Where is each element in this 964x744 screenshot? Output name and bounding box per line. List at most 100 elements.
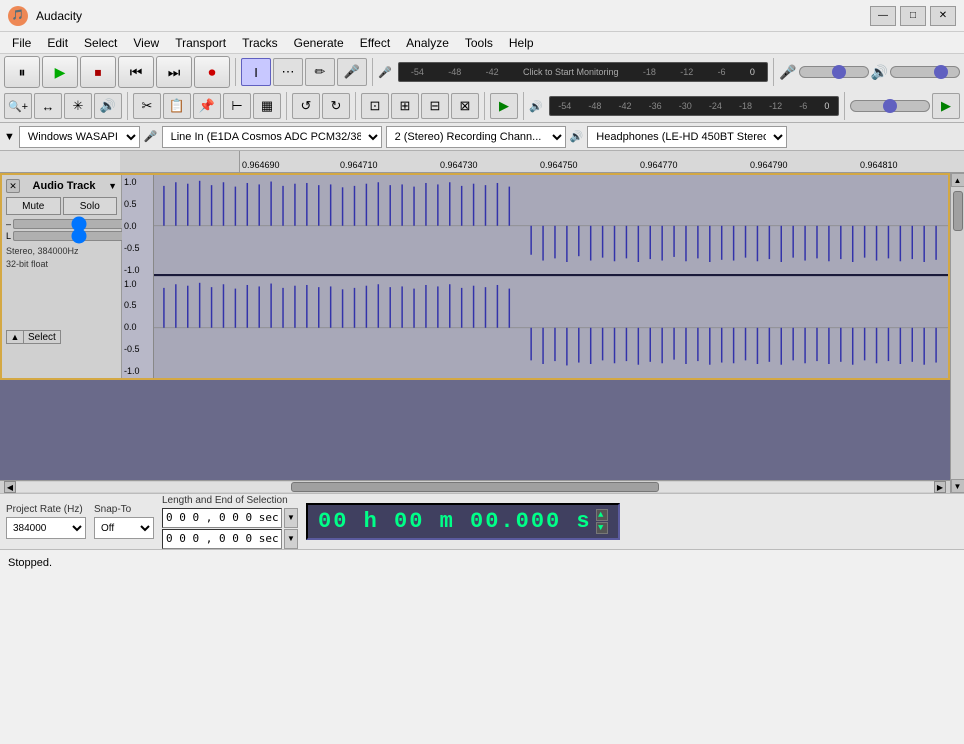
output-volume-slider[interactable] [890, 66, 960, 78]
snap-to-select[interactable]: Off [94, 517, 154, 539]
input-vu-meter[interactable]: -54-48-42 Click to Start Monitoring -18-… [398, 62, 768, 82]
play-at-speed2-button[interactable]: ▶ [932, 93, 960, 119]
output-vu-meter[interactable]: -54-48-42-36-30-24-18-12-60 [549, 96, 839, 116]
solo-button[interactable]: Solo [63, 197, 118, 215]
scrollbar-thumb[interactable] [291, 482, 658, 492]
play-button[interactable]: ▶ [42, 56, 78, 88]
snap-to-group: Snap-To Off [94, 504, 154, 539]
menu-generate[interactable]: Generate [286, 34, 352, 52]
separator-8 [523, 92, 524, 120]
horizontal-scrollbar[interactable]: ◀ ▶ [0, 480, 950, 493]
output-device-select[interactable]: Headphones (LE-HD 450BT Stereo) [587, 126, 787, 148]
redo-button[interactable]: ↻ [322, 93, 350, 119]
minimize-button[interactable]: — [870, 6, 896, 26]
channels-select[interactable]: 2 (Stereo) Recording Chann... [386, 126, 566, 148]
track-waveform[interactable]: 1.0 0.5 0.0 -0.5 -1.0 1.0 0.5 0.0 -0.5 -… [122, 175, 948, 378]
project-rate-select[interactable]: 384000 [6, 517, 86, 539]
api-select[interactable]: Windows WASAPI [19, 126, 140, 148]
menu-transport[interactable]: Transport [167, 34, 234, 52]
menu-help[interactable]: Help [501, 34, 542, 52]
menu-view[interactable]: View [125, 34, 167, 52]
end-time-dropdown[interactable]: ▼ [284, 529, 298, 549]
play-speed-button[interactable]: ▶ [490, 93, 518, 119]
track-dropdown-icon[interactable]: ▼ [108, 181, 117, 191]
track-controls: ✕ Audio Track ▼ Mute Solo – + L R [2, 175, 122, 378]
zoom-norm-button[interactable]: ⊠ [451, 93, 479, 119]
playback-speed-slider[interactable] [850, 100, 930, 112]
menu-tracks[interactable]: Tracks [234, 34, 286, 52]
envelope-tool-button[interactable]: ⋯ [273, 58, 303, 86]
menu-effect[interactable]: Effect [352, 34, 398, 52]
vscroll-thumb[interactable] [953, 191, 963, 231]
selection-type-label: Length and End of Selection [162, 495, 298, 506]
scrollbar-track[interactable] [16, 482, 934, 492]
record-button[interactable]: ⏺ [194, 56, 230, 88]
menu-edit[interactable]: Edit [39, 34, 76, 52]
stop-button[interactable]: ⏹ [80, 56, 116, 88]
multi-tool-button[interactable]: ↔ [34, 93, 62, 119]
input-device-select[interactable]: Line In (E1DA Cosmos ADC PCM32/384) [162, 126, 382, 148]
title-bar: 🎵 Audacity — □ ✕ [0, 0, 964, 32]
output-tool-button[interactable]: 🔊 [94, 93, 122, 119]
zoom-sel-button[interactable]: ⊞ [391, 93, 419, 119]
silence-button[interactable]: ▦ [253, 93, 281, 119]
time-spinners[interactable]: ▲ ▼ [596, 509, 608, 534]
paste-button[interactable]: 📌 [193, 93, 221, 119]
input-vu-label: 🎤 [378, 66, 392, 79]
scroll-left-button[interactable]: ◀ [4, 481, 16, 493]
time-display[interactable]: 00 h 00 m 00.000 s ▲ ▼ [306, 503, 620, 540]
time-down-button[interactable]: ▼ [596, 522, 608, 534]
scroll-down-button[interactable]: ▼ [951, 479, 964, 493]
trim-button[interactable]: ⊢ [223, 93, 251, 119]
separator-3 [773, 58, 774, 86]
time-up-button[interactable]: ▲ [596, 509, 608, 521]
select-button-area: ▲ Select [6, 270, 117, 344]
mute-solo-controls: Mute Solo [6, 197, 117, 215]
ruler-tick-5: 0.964790 [750, 160, 788, 170]
start-time-dropdown[interactable]: ▼ [284, 508, 298, 528]
vertical-scrollbar[interactable]: ▲ ▼ [950, 173, 964, 493]
main-track-area: ✕ Audio Track ▼ Mute Solo – + L R [0, 173, 964, 493]
end-time-input[interactable] [162, 529, 282, 549]
menu-tools[interactable]: Tools [457, 34, 501, 52]
separator-6 [355, 92, 356, 120]
track-info: Stereo, 384000Hz32-bit float [6, 245, 117, 270]
menu-file[interactable]: File [4, 34, 39, 52]
skip-start-button[interactable]: ⏮ [118, 56, 154, 88]
undo-button[interactable]: ↺ [292, 93, 320, 119]
toolbar-area: ⏸ ▶ ⏹ ⏮ ⏭ ⏺ I ⋯ ✏ 🎤 🎤 -54-48-42 Click to… [0, 54, 964, 123]
menu-select[interactable]: Select [76, 34, 125, 52]
draw-tool-button[interactable]: ✏ [305, 58, 335, 86]
gain-minus-label: – [6, 219, 11, 229]
scroll-right-button[interactable]: ▶ [934, 481, 946, 493]
app-title: Audacity [36, 9, 870, 23]
device-toolbar: ▼ Windows WASAPI 🎤 Line In (E1DA Cosmos … [0, 123, 964, 151]
start-time-input[interactable] [162, 508, 282, 528]
pause-button[interactable]: ⏸ [4, 56, 40, 88]
mic-tool-button[interactable]: 🎤 [337, 58, 367, 86]
select-controls: ▲ Select [6, 330, 117, 344]
track-close-button[interactable]: ✕ [6, 179, 20, 193]
zoom-fit-button[interactable]: ⊡ [361, 93, 389, 119]
select-tool-button[interactable]: I [241, 58, 271, 86]
copy-button[interactable]: 📋 [163, 93, 191, 119]
track-select-button[interactable]: Select [24, 330, 61, 344]
warp-button[interactable]: ✳ [64, 93, 92, 119]
api-icon: ▼ [4, 131, 15, 143]
zoom-out-button[interactable]: ⊟ [421, 93, 449, 119]
scroll-up-button[interactable]: ▲ [951, 173, 964, 187]
mute-button[interactable]: Mute [6, 197, 61, 215]
waveform-top-svg [154, 175, 948, 277]
cut-button[interactable]: ✂ [133, 93, 161, 119]
input-volume-slider[interactable] [799, 66, 869, 78]
click-to-monitor[interactable]: Click to Start Monitoring [523, 67, 619, 77]
ruler-inner[interactable]: 0.964690 0.964710 0.964730 0.964750 0.96… [240, 151, 964, 172]
maximize-button[interactable]: □ [900, 6, 926, 26]
menu-analyze[interactable]: Analyze [398, 34, 457, 52]
audio-track: ✕ Audio Track ▼ Mute Solo – + L R [0, 173, 950, 380]
zoom-in-button[interactable]: 🔍+ [4, 93, 32, 119]
status-bar: Stopped. [0, 549, 964, 575]
close-button[interactable]: ✕ [930, 6, 956, 26]
skip-end-button[interactable]: ⏭ [156, 56, 192, 88]
track-select-arrow[interactable]: ▲ [6, 330, 24, 344]
